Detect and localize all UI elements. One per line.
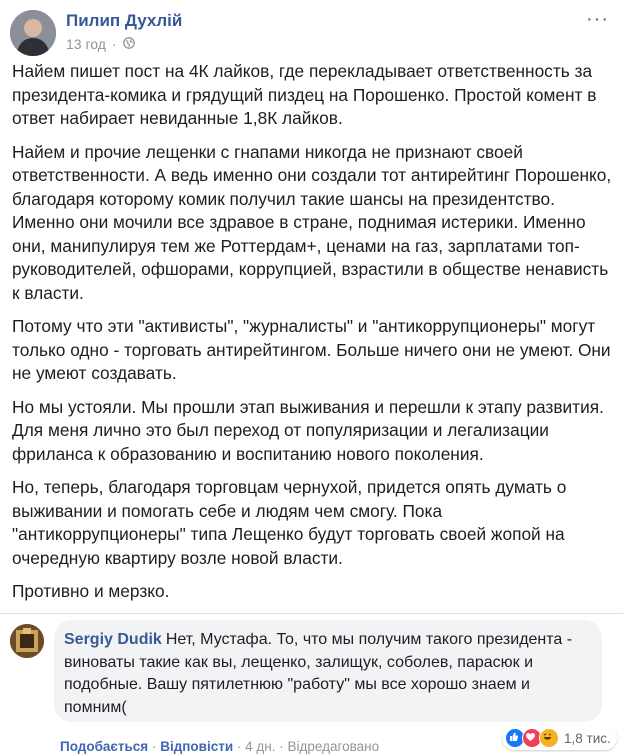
post-paragraph: Но, теперь, благодаря торговцам чернухой… — [12, 477, 567, 568]
post-time[interactable]: 13 год — [66, 36, 106, 52]
edited-label[interactable]: Відредаговано — [288, 739, 380, 754]
comment-time[interactable]: 4 дн. — [245, 739, 275, 754]
like-button[interactable]: Подобається — [60, 739, 148, 754]
more-options-icon[interactable]: ··· — [586, 8, 609, 31]
action-separator: · — [236, 739, 246, 754]
action-separator: · — [151, 739, 161, 754]
comments-divider — [0, 613, 623, 614]
globe-icon — [122, 36, 135, 52]
commenter-photo — [10, 624, 44, 658]
comment: Sergiy Dudik Нет, Мустафа. То, что мы пол… — [10, 620, 613, 730]
post-paragraph: Найем и прочие лещенки с гнапами никогда… — [12, 141, 612, 303]
post-paragraph: Противно и мерзко. — [12, 581, 170, 601]
post-paragraph: Найем пишет пост на 4К лайков, где перек… — [12, 61, 597, 128]
comment-content: Sergiy Dudik Нет, Мустафа. То, что мы пол… — [64, 629, 594, 719]
reactions-summary[interactable]: 1,8 тис. — [502, 726, 617, 750]
post-header: Пилип Духлій 13 год · ··· — [10, 4, 613, 56]
meta-separator: · — [111, 36, 117, 52]
post-meta: 13 год · — [66, 36, 135, 52]
comment-bubble: Sergiy Dudik Нет, Мустафа. То, что мы пол… — [54, 620, 602, 722]
post-paragraph: Но мы устояли. Мы прошли этап выживания … — [12, 396, 604, 464]
post-text: Найем пишет пост на 4К лайков, где перек… — [12, 60, 612, 614]
reaction-count: 1,8 тис. — [564, 730, 611, 746]
post-author[interactable]: Пилип Духлій — [66, 11, 182, 31]
action-separator: · — [279, 739, 288, 754]
author-photo — [10, 10, 56, 56]
commenter-avatar[interactable] — [10, 624, 44, 658]
comment-author[interactable]: Sergiy Dudik — [64, 631, 162, 648]
post-paragraph: Потому что эти "активисты", "журналисты"… — [12, 316, 611, 383]
haha-reaction-icon — [539, 728, 559, 748]
comment-actions: Подобається · Відповісти · 4 дн. · Відре… — [60, 739, 379, 754]
author-avatar[interactable] — [10, 10, 56, 56]
reply-button[interactable]: Відповісти — [160, 739, 233, 754]
